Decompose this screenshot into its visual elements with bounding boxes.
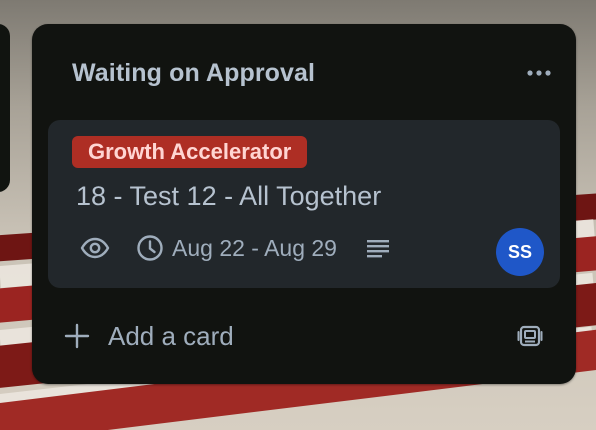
card-badges: Aug 22 - Aug 29	[80, 230, 391, 266]
list-column: Waiting on Approval Growth Accelerator 1…	[32, 24, 576, 384]
card[interactable]: Growth Accelerator 18 - Test 12 - All To…	[48, 120, 560, 288]
description-icon	[365, 237, 391, 259]
add-card-button[interactable]: Add a card	[64, 314, 234, 358]
list-actions-button[interactable]	[512, 56, 552, 90]
list-title[interactable]: Waiting on Approval	[72, 59, 315, 88]
due-date-text: Aug 22 - Aug 29	[172, 234, 337, 261]
ellipsis-icon	[527, 70, 551, 76]
create-from-template-button[interactable]	[510, 318, 550, 354]
card-title: 18 - Test 12 - All Together	[76, 181, 382, 211]
add-card-label: Add a card	[108, 320, 234, 351]
card-label[interactable]: Growth Accelerator	[72, 136, 308, 168]
clock-icon	[136, 234, 164, 262]
plus-icon	[64, 323, 90, 349]
due-date-badge[interactable]: Aug 22 - Aug 29	[136, 234, 337, 262]
card-template-icon	[517, 325, 543, 347]
list-header: Waiting on Approval	[72, 56, 552, 90]
member-avatar[interactable]: SS	[496, 228, 544, 276]
previous-list-edge	[0, 24, 10, 192]
eye-icon	[80, 237, 110, 259]
